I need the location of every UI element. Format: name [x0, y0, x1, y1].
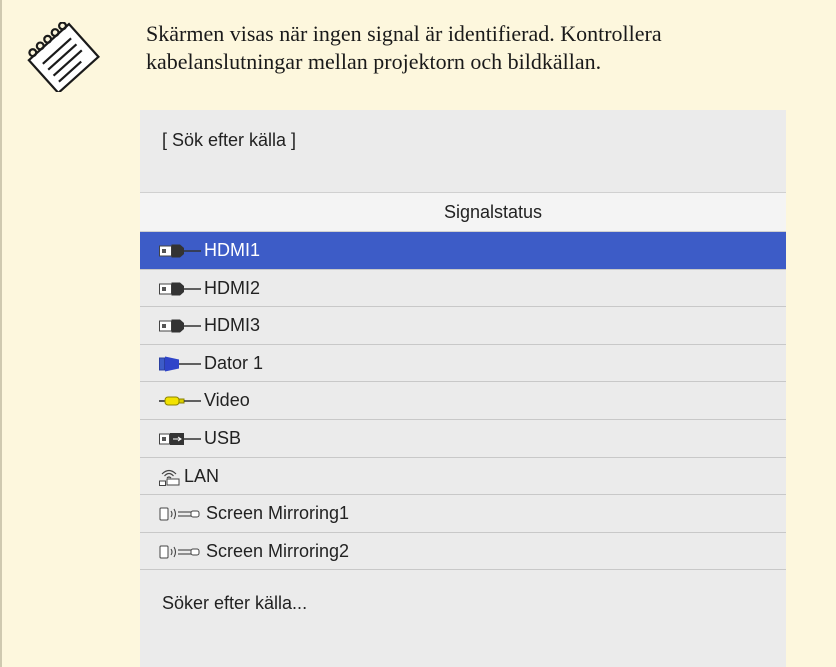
search-status-text: Söker efter källa... — [162, 593, 308, 613]
hdmi-icon — [159, 319, 201, 333]
video-rca-icon — [159, 396, 201, 406]
source-item-label: HDMI3 — [204, 315, 261, 336]
hdmi-icon — [159, 282, 201, 296]
source-item-hdmi3[interactable]: HDMI3 — [140, 307, 786, 345]
source-item-dator-1[interactable]: Dator 1 — [140, 344, 786, 383]
note-pad-icon — [27, 22, 101, 92]
hdmi-icon — [159, 244, 201, 258]
source-item-screen-mirroring1[interactable]: Screen Mirroring1 — [140, 495, 786, 533]
source-item-label: Video — [204, 390, 250, 411]
source-item-screen-mirroring2[interactable]: Screen Mirroring2 — [140, 532, 786, 571]
source-item-label: USB — [204, 427, 242, 448]
note-box: Skärmen visas när ingen signal är identi… — [0, 0, 836, 667]
signal-status-header: Signalstatus — [140, 192, 786, 232]
source-item-usb[interactable]: USB — [140, 419, 786, 458]
screen-mirroring-icon — [159, 507, 200, 521]
source-item-label: Screen Mirroring2 — [206, 540, 350, 561]
screen-title: [ Sök efter källa ] — [162, 130, 297, 150]
source-item-label: HDMI2 — [204, 277, 261, 298]
source-item-label: Screen Mirroring1 — [206, 503, 350, 524]
lan-wireless-icon — [159, 469, 180, 486]
source-item-hdmi1[interactable]: HDMI1 — [140, 232, 786, 270]
source-item-label: HDMI1 — [204, 240, 261, 260]
source-item-lan[interactable]: LAN — [140, 457, 786, 496]
source-item-label: LAN — [184, 465, 220, 486]
source-search-screen: [ Sök efter källa ] Signalstatus HDMI1 HD… — [140, 110, 786, 667]
source-item-label: Dator 1 — [204, 352, 264, 373]
signal-status-label: Signalstatus — [443, 202, 543, 222]
usb-icon — [159, 432, 201, 445]
note-text: Skärmen visas när ingen signal är identi… — [146, 21, 662, 74]
vga-computer-icon — [159, 356, 201, 372]
source-item-hdmi2[interactable]: HDMI2 — [140, 269, 786, 308]
screen-mirroring-icon — [159, 545, 200, 559]
source-item-video[interactable]: Video — [140, 382, 786, 420]
source-list: HDMI1 HDMI2 HDMI3 Dator 1 Video USB LAN Screen … — [140, 232, 786, 571]
